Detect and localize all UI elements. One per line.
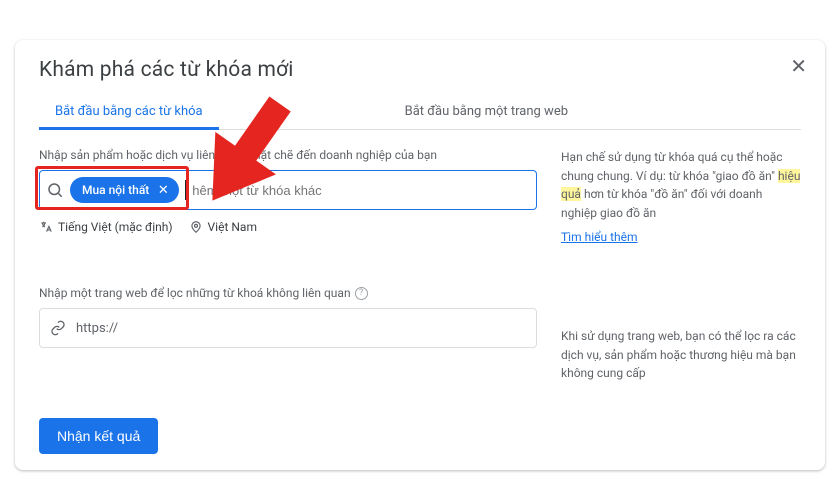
keywords-input-box[interactable]: Mua nội thất ✕	[39, 170, 537, 210]
close-icon[interactable]: ✕	[790, 54, 807, 78]
keyword-chip[interactable]: Mua nội thất ✕	[70, 177, 179, 203]
url-filter-label: Nhập một trang web để lọc những từ khoá …	[39, 286, 537, 300]
tip-keyword-specificity: Hạn chế sử dụng từ khóa quá cụ thể hoặc …	[561, 148, 801, 222]
chip-remove-icon[interactable]: ✕	[155, 182, 171, 198]
tip1-pre: Hạn chế sử dụng từ khóa quá cụ thể hoặc …	[561, 150, 783, 183]
url-filter-label-text: Nhập một trang web để lọc những từ khoá …	[39, 286, 351, 300]
tab-start-with-website[interactable]: Bắt đầu bằng một trang web	[389, 96, 584, 129]
tab-start-with-keywords[interactable]: Bắt đầu bằng các từ khóa	[39, 96, 219, 129]
location-label: Việt Nam	[208, 220, 257, 234]
url-input-box[interactable]: https://	[39, 308, 537, 348]
link-icon	[50, 320, 66, 336]
help-icon[interactable]: ?	[355, 287, 368, 300]
keywords-field-label: Nhập sản phẩm hoặc dịch vụ liên quan chặ…	[39, 148, 537, 162]
url-input-value: https://	[76, 321, 118, 336]
tip-url-filter: Khi sử dụng trang web, bạn có thể lọc ra…	[561, 327, 801, 383]
search-icon	[46, 181, 64, 199]
keyword-chip-label: Mua nội thất	[82, 183, 149, 197]
dialog-title: Khám phá các từ khóa mới	[39, 58, 801, 82]
tip1-post: hơn từ khóa "đồ ăn" đối với doanh nghiệp…	[561, 187, 762, 220]
learn-more-link[interactable]: Tìm hiểu thêm	[561, 230, 638, 244]
locale-row: Tiếng Việt (mặc định) Việt Nam	[39, 220, 537, 234]
location-selector[interactable]: Việt Nam	[189, 220, 257, 234]
language-selector[interactable]: Tiếng Việt (mặc định)	[39, 220, 173, 234]
keywords-text-input[interactable]	[192, 183, 528, 198]
url-filter-section: Nhập một trang web để lọc những từ khoá …	[39, 286, 537, 348]
get-results-button[interactable]: Nhận kết quả	[39, 418, 158, 454]
location-pin-icon	[189, 220, 203, 234]
translate-icon	[39, 220, 53, 234]
dialog-body: Nhập sản phẩm hoặc dịch vụ liên quan chặ…	[39, 148, 801, 383]
tab-bar: Bắt đầu bằng các từ khóa Bắt đầu bằng mộ…	[39, 96, 801, 130]
left-column: Nhập sản phẩm hoặc dịch vụ liên quan chặ…	[39, 148, 537, 383]
text-cursor	[185, 180, 186, 200]
right-column: Hạn chế sử dụng từ khóa quá cụ thể hoặc …	[561, 148, 801, 383]
tab-spacer	[219, 96, 389, 129]
viewport: ✕ Khám phá các từ khóa mới Bắt đầu bằng …	[0, 0, 840, 500]
dialog-card: ✕ Khám phá các từ khóa mới Bắt đầu bằng …	[15, 40, 825, 470]
language-label: Tiếng Việt (mặc định)	[58, 220, 173, 234]
